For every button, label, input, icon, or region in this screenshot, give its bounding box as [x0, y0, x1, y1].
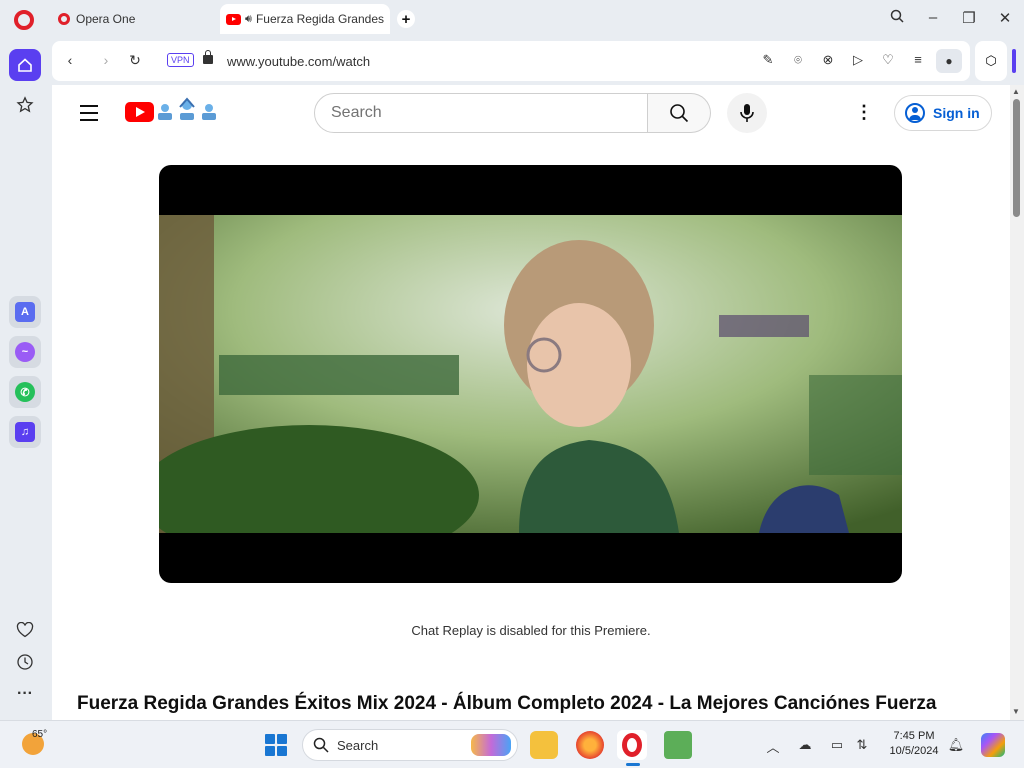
search-button[interactable] [648, 93, 711, 133]
sign-in-button[interactable]: Sign in [894, 95, 992, 131]
pinboards-button[interactable] [9, 614, 41, 646]
clock-date: 10/5/2024 [889, 745, 939, 757]
video-player[interactable] [159, 165, 902, 583]
search-tabs-icon[interactable] [887, 9, 907, 27]
sign-in-label: Sign in [933, 105, 980, 121]
home-button[interactable] [9, 49, 41, 81]
opera-favicon-icon [58, 13, 70, 25]
network-icon[interactable]: ⇅ [853, 737, 871, 753]
sidebar-more-button[interactable]: ··· [9, 678, 41, 710]
headphones-icon: ♫ [15, 422, 35, 442]
firefox-icon[interactable] [576, 731, 604, 759]
video-title: Fuerza Regida Grandes Éxitos Mix 2024 - … [77, 693, 937, 714]
search-icon [313, 737, 329, 753]
sidebar-toggle-indicator [1012, 49, 1016, 73]
whatsapp-app-button[interactable]: ✆ [9, 376, 41, 408]
scroll-down-icon[interactable]: ▼ [1012, 707, 1020, 716]
youtube-favicon-icon [226, 13, 241, 25]
favorite-heart-icon[interactable]: ♡ [879, 52, 897, 68]
microphone-icon [740, 104, 754, 122]
taskbar-search[interactable]: Search [302, 729, 518, 761]
start-button[interactable] [265, 734, 287, 756]
clock-icon [17, 654, 33, 670]
cloud-offline-icon[interactable]: ☁ [796, 737, 814, 753]
url-field[interactable]: www.youtube.com/watch [227, 54, 370, 69]
clock[interactable]: 7:45 PM 10/5/2024 [884, 729, 944, 759]
address-bar: ‹ › ↻ VPN www.youtube.com/watch ✎ ⌾ ⊗ ▷ … [52, 41, 970, 81]
messenger-app-button[interactable]: ~ [9, 336, 41, 368]
tab-label: Opera One [76, 12, 136, 26]
temperature-label: 65° [32, 729, 48, 740]
play-icon[interactable]: ▷ [849, 52, 867, 68]
vpn-badge[interactable]: VPN [167, 53, 194, 67]
scroll-up-icon[interactable]: ▲ [1012, 87, 1020, 96]
search-icon [670, 104, 689, 123]
voice-search-button[interactable] [727, 93, 767, 133]
extensions-button[interactable]: ⬡ [975, 41, 1007, 81]
messenger-icon: ~ [15, 342, 35, 362]
menu-icon[interactable] [80, 105, 98, 126]
file-explorer-icon[interactable] [530, 731, 558, 759]
opera-logo-icon[interactable] [14, 10, 34, 30]
home-icon [18, 58, 32, 72]
page-scrollbar[interactable]: ▲ ▼ [1010, 85, 1024, 720]
taskbar-search-label: Search [337, 737, 379, 753]
youtube-logo-icon[interactable] [125, 102, 154, 122]
close-window-button[interactable]: ✕ [995, 9, 1015, 27]
heart-icon [16, 622, 34, 638]
aria-app-button[interactable]: A [9, 296, 41, 328]
display-icon[interactable]: ▭ [828, 737, 846, 753]
search-highlight-icon [471, 734, 511, 756]
search-input[interactable]: Search [314, 93, 648, 133]
reload-button[interactable]: ↻ [126, 52, 144, 69]
youtube-doodle-icon[interactable] [156, 97, 218, 123]
clock-time: 7:45 PM [893, 730, 935, 742]
cube-icon: ⬡ [985, 53, 997, 68]
forward-button[interactable]: › [97, 52, 115, 68]
adblock-shield-icon[interactable]: ⊗ [819, 52, 837, 68]
chat-replay-note: Chat Replay is disabled for this Premier… [411, 623, 651, 638]
notepad-icon[interactable] [664, 731, 692, 759]
new-tab-button[interactable]: + [397, 10, 415, 28]
star-icon [16, 96, 34, 113]
opera-sidebar: A ~ ✆ ♫ ··· [0, 38, 50, 720]
speaker-icon[interactable]: 🔊︎ [245, 13, 252, 26]
back-button[interactable]: ‹ [61, 52, 79, 68]
restore-button[interactable]: ❐ [959, 9, 979, 27]
minimize-button[interactable]: – [923, 9, 943, 26]
youtube-page: Search ⋮ Sign in Chat Replay is disabled… [52, 85, 1010, 720]
copilot-icon[interactable] [981, 733, 1005, 757]
history-button[interactable] [9, 646, 41, 678]
tab-opera-one[interactable]: Opera One [52, 4, 214, 34]
video-frame[interactable] [159, 215, 902, 533]
user-icon: ● [945, 54, 953, 68]
opera-taskbar-icon[interactable] [617, 730, 647, 760]
lock-icon[interactable] [203, 50, 213, 64]
tab-youtube[interactable]: 🔊︎ Fuerza Regida Grandes [220, 4, 390, 34]
tray-overflow-icon[interactable]: ︿ [764, 737, 782, 756]
tab-label: Fuerza Regida Grandes [255, 12, 384, 26]
easy-setup-icon[interactable]: ≡ [909, 52, 927, 67]
whatsapp-icon: ✆ [15, 382, 35, 402]
bookmarks-button[interactable] [9, 89, 41, 121]
music-player-button[interactable]: ♫ [9, 416, 41, 448]
more-options-icon[interactable]: ⋮ [855, 102, 873, 122]
tab-bar: Opera One 🔊︎ Fuerza Regida Grandes + – ❐… [0, 0, 1024, 38]
account-icon [905, 103, 925, 123]
camera-icon[interactable]: ⌾ [789, 52, 807, 68]
scrollbar-thumb[interactable] [1013, 99, 1020, 217]
active-app-indicator [626, 763, 640, 766]
notification-bell-icon[interactable]: 🔔︎ [947, 737, 965, 753]
edit-icon[interactable]: ✎ [759, 52, 777, 68]
profile-button[interactable]: ● [936, 49, 962, 73]
aria-icon: A [15, 302, 35, 322]
windows-taskbar: 65° Search ︿ ☁ ▭ ⇅ 7:45 PM 10/5/2024 🔔︎ [0, 720, 1024, 768]
